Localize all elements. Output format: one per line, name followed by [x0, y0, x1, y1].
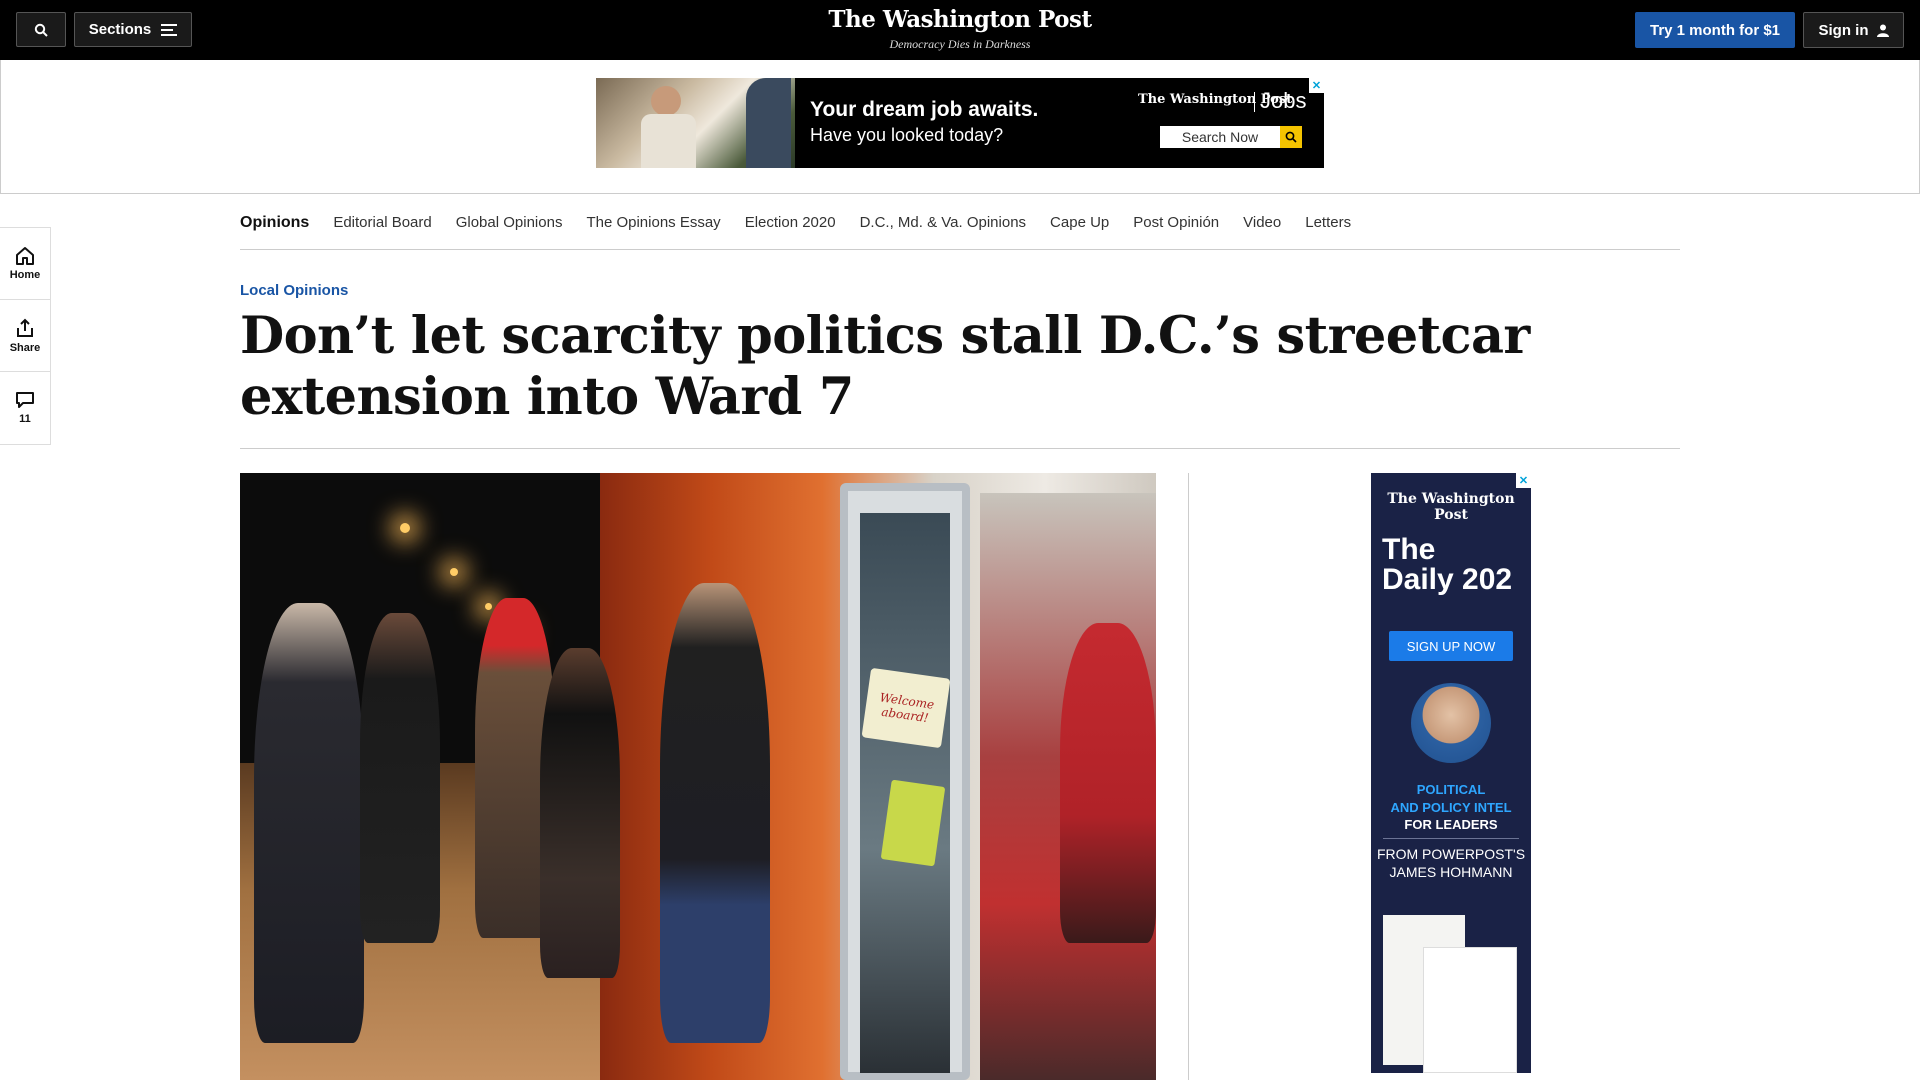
- side-ad-from-line1: FROM POWERPOST'S: [1376, 846, 1526, 862]
- side-ad-author-avatar: [1411, 683, 1491, 763]
- article-kicker[interactable]: Local Opinions: [240, 282, 348, 299]
- photo-streetlight: [450, 568, 458, 576]
- subnav-item-opinions[interactable]: Opinions: [240, 214, 309, 232]
- ad-person-back: [746, 78, 791, 168]
- side-ad-divider: [1383, 838, 1519, 839]
- ad-close-icon[interactable]: ✕: [1309, 78, 1324, 93]
- photo-rider: [254, 603, 364, 1043]
- site-tagline: Democracy Dies in Darkness: [889, 37, 1031, 51]
- photo-rider: [1060, 623, 1156, 943]
- jobs-banner-ad[interactable]: Your dream job awaits. Have you looked t…: [596, 78, 1324, 168]
- ad-product: Jobs: [1260, 88, 1307, 113]
- subnav-item-cape-up[interactable]: Cape Up: [1050, 214, 1109, 231]
- side-ad-brand: The Washington Post: [1387, 491, 1515, 523]
- ad-headline: Your dream job awaits.: [810, 98, 1039, 121]
- subnav-item-opinions-essay[interactable]: The Opinions Essay: [586, 214, 720, 231]
- side-ad-from-line2: JAMES HOHMANN: [1389, 864, 1513, 880]
- column-divider: [1188, 473, 1189, 1080]
- side-ad-title: The Daily 202: [1371, 535, 1531, 595]
- daily-202-side-ad[interactable]: The Washington Post The Daily 202 SIGN U…: [1371, 473, 1531, 1073]
- site-logo[interactable]: The Washington Post: [760, 6, 1160, 33]
- subnav-item-dmv-opinions[interactable]: D.C., Md. & Va. Opinions: [860, 214, 1026, 231]
- user-icon: [1876, 24, 1889, 37]
- ad-search-icon[interactable]: [1280, 126, 1302, 148]
- photo-welcome-sign: Welcome aboard!: [861, 667, 951, 749]
- masthead[interactable]: The Washington Post Democracy Dies in Da…: [760, 6, 1160, 52]
- rail-share-button[interactable]: Share: [0, 300, 50, 372]
- ad-photo: [596, 78, 795, 168]
- side-ad-signup-button[interactable]: SIGN UP NOW: [1389, 631, 1513, 661]
- ad-subline: Have you looked today?: [810, 125, 1004, 145]
- subnav-item-post-opinion[interactable]: Post Opinión: [1133, 214, 1219, 231]
- headline-divider: [240, 448, 1680, 449]
- comment-icon: [16, 392, 34, 408]
- left-share-rail: Home Share 11: [0, 227, 51, 445]
- side-ad-from: FROM POWERPOST'S JAMES HOHMANN: [1371, 845, 1531, 881]
- side-ad-pitch-line3: FOR LEADERS: [1404, 817, 1498, 832]
- opinions-subnav: Opinions Editorial Board Global Opinions…: [240, 196, 1680, 250]
- sections-label: Sections: [88, 21, 152, 38]
- side-ad-newsletter-preview: [1383, 915, 1519, 1073]
- side-ad-title-line2: Daily 202: [1382, 563, 1513, 596]
- rail-home-button[interactable]: Home: [0, 228, 50, 300]
- side-ad-preview-page: [1423, 947, 1517, 1073]
- search-button[interactable]: [16, 12, 66, 47]
- subnav-item-global-opinions[interactable]: Global Opinions: [456, 214, 563, 231]
- search-icon: [34, 23, 48, 37]
- article-lead-photo[interactable]: Welcome aboard!: [240, 473, 1156, 1080]
- article-headline: Don’t let scarcity politics stall D.C.’s…: [240, 306, 1530, 427]
- subscribe-button[interactable]: Try 1 month for $1: [1635, 12, 1795, 48]
- sign-in-label: Sign in: [1818, 21, 1869, 39]
- ad-brand-divider: [1254, 92, 1255, 112]
- side-ad-close-icon[interactable]: ✕: [1516, 473, 1531, 488]
- photo-rider: [360, 613, 440, 943]
- side-ad-pitch-line2: AND POLICY INTEL: [1390, 800, 1512, 815]
- side-ad-title-line1: The: [1382, 533, 1436, 566]
- ad-person-body: [641, 114, 696, 168]
- photo-rider: [540, 648, 620, 978]
- top-navigation-bar: Sections The Washington Post Democracy D…: [0, 0, 1920, 60]
- hamburger-icon: [161, 23, 178, 36]
- rail-share-label: Share: [9, 341, 41, 354]
- photo-streetlight: [485, 603, 492, 610]
- photo-green-sign: [880, 779, 946, 867]
- subnav-item-video[interactable]: Video: [1243, 214, 1281, 231]
- subnav-item-letters[interactable]: Letters: [1305, 214, 1351, 231]
- sections-menu-button[interactable]: Sections: [74, 12, 192, 47]
- subnav-item-editorial-board[interactable]: Editorial Board: [333, 214, 431, 231]
- photo-streetlight: [400, 523, 410, 533]
- rail-home-label: Home: [9, 269, 41, 281]
- ad-person-head: [651, 86, 681, 116]
- sign-in-button[interactable]: Sign in: [1803, 12, 1904, 48]
- subnav-item-election-2020[interactable]: Election 2020: [745, 214, 836, 231]
- rail-comments-button[interactable]: 11: [0, 372, 50, 444]
- photo-rider: [660, 583, 770, 1043]
- side-ad-pitch: POLITICAL AND POLICY INTEL: [1371, 781, 1531, 817]
- side-ad-pitch-line1: POLITICAL: [1416, 782, 1486, 797]
- share-icon: [17, 318, 33, 337]
- home-icon: [16, 247, 34, 265]
- ad-search-button[interactable]: Search Now: [1160, 126, 1280, 148]
- rail-comments-count: 11: [19, 413, 31, 425]
